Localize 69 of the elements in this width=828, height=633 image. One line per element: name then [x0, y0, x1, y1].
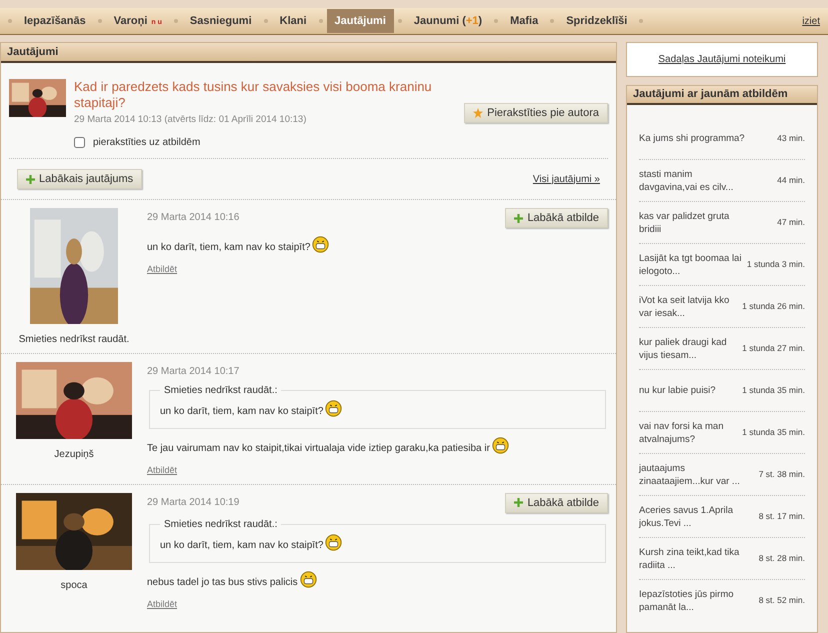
nav-tab[interactable]: Mafia: [502, 8, 546, 34]
time-ago: 1 stunda 27 min.: [742, 342, 805, 355]
nav-tab[interactable]: Jautājumi: [326, 8, 394, 34]
question-link[interactable]: Kursh zina teikt,kad tika radiita ...: [639, 546, 751, 572]
question-link[interactable]: kur paliek draugi kad vijus tiesam...: [639, 336, 738, 362]
time-ago: 1 stunda 26 min.: [742, 300, 805, 313]
subscribe-checkbox[interactable]: [74, 137, 85, 148]
question-link[interactable]: kas var palidzet gruta bridiii: [639, 210, 751, 236]
quote-author: Smieties nedrīkst raudāt.:: [163, 518, 278, 532]
rules-link[interactable]: Sadaļas Jautājumi noteikumi: [658, 52, 786, 67]
author-name: Jezupiņš: [54, 448, 94, 462]
question-title: Kad ir paredzets kads tusins kur savaksies visi booma kraninu stapitaji?: [74, 79, 433, 111]
time-ago: 44 min.: [777, 174, 805, 187]
quote-text: un ko darīt, tiem, kam nav ko staipīt?: [160, 540, 342, 551]
nav-tab[interactable]: Jaunumi (+1): [406, 8, 490, 34]
subscribe-author-button[interactable]: Pierakstīties pie autora: [464, 103, 608, 123]
best-question-button[interactable]: Labākais jautājums: [17, 169, 142, 190]
post-text: nebus tadel jo tas bus stivs palicis: [147, 570, 608, 590]
post-date: 29 Marta 2014 10:17: [147, 365, 240, 380]
post-date: 29 Marta 2014 10:16: [147, 211, 240, 226]
best-answer-button[interactable]: Labākā atbilde: [505, 208, 608, 228]
time-ago: 47 min.: [777, 216, 805, 229]
panel-header: Jautājumi ar jaunām atbildēm: [627, 86, 817, 105]
post-date: 29 Marta 2014 10:19: [147, 496, 240, 510]
checkbox-label: pierakstīties uz atbildēm: [93, 136, 200, 150]
question-link[interactable]: stasti manim davgavina,vai es cilv...: [639, 168, 751, 194]
plus-icon: [26, 174, 35, 184]
nav-tab[interactable]: Iepazīšanās: [16, 8, 94, 34]
reply-link[interactable]: Atbildēt: [147, 598, 178, 612]
post-text: un ko darīt, tiem, kam nav ko staipīt?: [147, 236, 608, 256]
reply-link[interactable]: Atbildēt: [147, 464, 178, 478]
best-answer-button[interactable]: Labākā atbilde: [505, 492, 608, 513]
quote-text: un ko darīt, tiem, kam nav ko staipīt?: [160, 406, 342, 418]
question-link[interactable]: Iepazīstoties jūs pirmo pamanāt la...: [639, 588, 751, 614]
time-ago: 8 st. 28 min.: [758, 552, 805, 565]
grinning-face-icon: [325, 400, 342, 418]
question-link[interactable]: iVot ka seit latvija kko var iesak...: [639, 294, 738, 320]
time-ago: 1 stunda 3 min.: [746, 258, 805, 271]
grinning-face-icon: [300, 570, 317, 588]
question-link[interactable]: nu kur labie puisi?: [639, 384, 738, 397]
question-meta: 29 Marta 2014 10:13 (atvērts līdz: 01 Aprīli 2014 10:13): [74, 113, 306, 127]
question-link[interactable]: vai nav forsi ka man atvalnajums?: [639, 420, 738, 446]
star-icon: [473, 108, 484, 118]
post-text: Te jau vairumam nav ko staipit,tikai virtualaja vide iztiep garaku,ka patiesiba ir: [147, 437, 608, 456]
plus-icon: [514, 214, 524, 223]
reply-link[interactable]: Atbildēt: [147, 263, 178, 277]
author-name: Smieties nedrīkst raudāt.: [18, 333, 130, 348]
all-questions-link[interactable]: Visi jautājumi »: [532, 172, 600, 187]
nav-tab[interactable]: Sasniegumi: [182, 8, 260, 34]
time-ago: 8 st. 52 min.: [758, 594, 805, 607]
time-ago: 7 st. 38 min.: [758, 468, 805, 481]
panel-header: Jautājumi: [1, 43, 616, 63]
question-link[interactable]: Lasijāt ka tgt boomaa lai ielogoto...: [639, 252, 743, 278]
question-link[interactable]: Ka jums shi programma?: [639, 132, 751, 144]
grinning-face-icon: [325, 534, 342, 551]
time-ago: 8 st. 17 min.: [758, 510, 805, 523]
grinning-face-icon: [312, 236, 330, 254]
logout-link[interactable]: iziet: [802, 14, 820, 28]
question-link[interactable]: Aceries savus 1.Aprila jokus.Tevi ...: [639, 504, 751, 530]
grinning-face-icon: [492, 437, 509, 454]
author-name: spoca: [60, 578, 88, 593]
time-ago: 1 stunda 35 min.: [742, 426, 805, 439]
nav-tab[interactable]: Spridzeklīši: [558, 8, 636, 34]
nav-tab[interactable]: Klani: [272, 8, 315, 34]
question-link[interactable]: jautaajums zinaataajiem...kur var ...: [639, 462, 751, 488]
time-ago: 1 stunda 35 min.: [742, 384, 805, 397]
plus-icon: [514, 498, 524, 508]
quote-author: Smieties nedrīkst raudāt.:: [163, 384, 278, 398]
time-ago: 43 min.: [777, 132, 805, 144]
